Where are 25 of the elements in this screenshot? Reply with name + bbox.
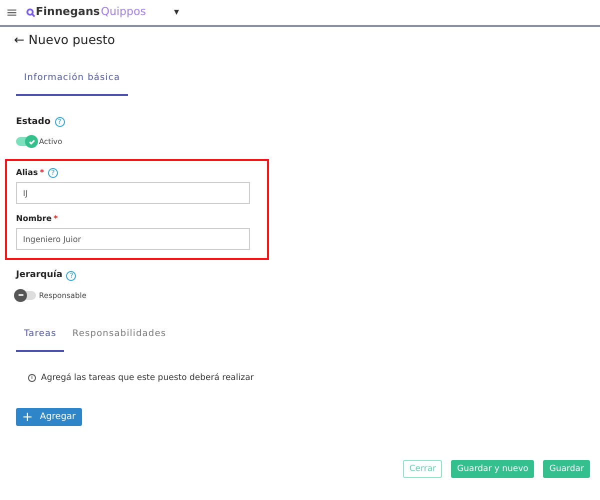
required-mark: * (40, 167, 44, 180)
add-button[interactable]: + Agregar (16, 408, 82, 426)
tab[interactable]: Responsabilidades (64, 325, 174, 352)
text-field[interactable]: Ingeniero Juior (16, 228, 250, 250)
info-text: Agregá las tareas que este puesto deberá realizar (41, 372, 254, 384)
field-label: Alias (16, 167, 38, 180)
field-label: Jerarquía (16, 269, 62, 282)
back-arrow[interactable]: ← (14, 31, 24, 55)
required-mark: * (54, 213, 58, 226)
footer-button[interactable]: Guardar y nuevo (451, 460, 534, 478)
menu-icon[interactable]: ≡ (6, 6, 18, 20)
logo-icon (26, 8, 35, 17)
footer-button[interactable]: Guardar (543, 460, 590, 478)
text-field[interactable]: IJ (16, 182, 250, 204)
caret-icon[interactable]: ▾ (174, 5, 179, 20)
brand-name: Finnegans (36, 4, 100, 20)
page-title: Nuevo puesto (28, 31, 116, 49)
toggle-switch[interactable] (16, 137, 36, 146)
field-label: Estado (16, 116, 51, 128)
tab[interactable]: Tareas (16, 325, 64, 352)
field-label: Nombre (16, 213, 52, 226)
check-icon (28, 138, 36, 146)
toggle-switch[interactable] (16, 290, 36, 300)
product-name: Quippos (100, 4, 146, 20)
tab[interactable]: Información básica (16, 69, 128, 96)
